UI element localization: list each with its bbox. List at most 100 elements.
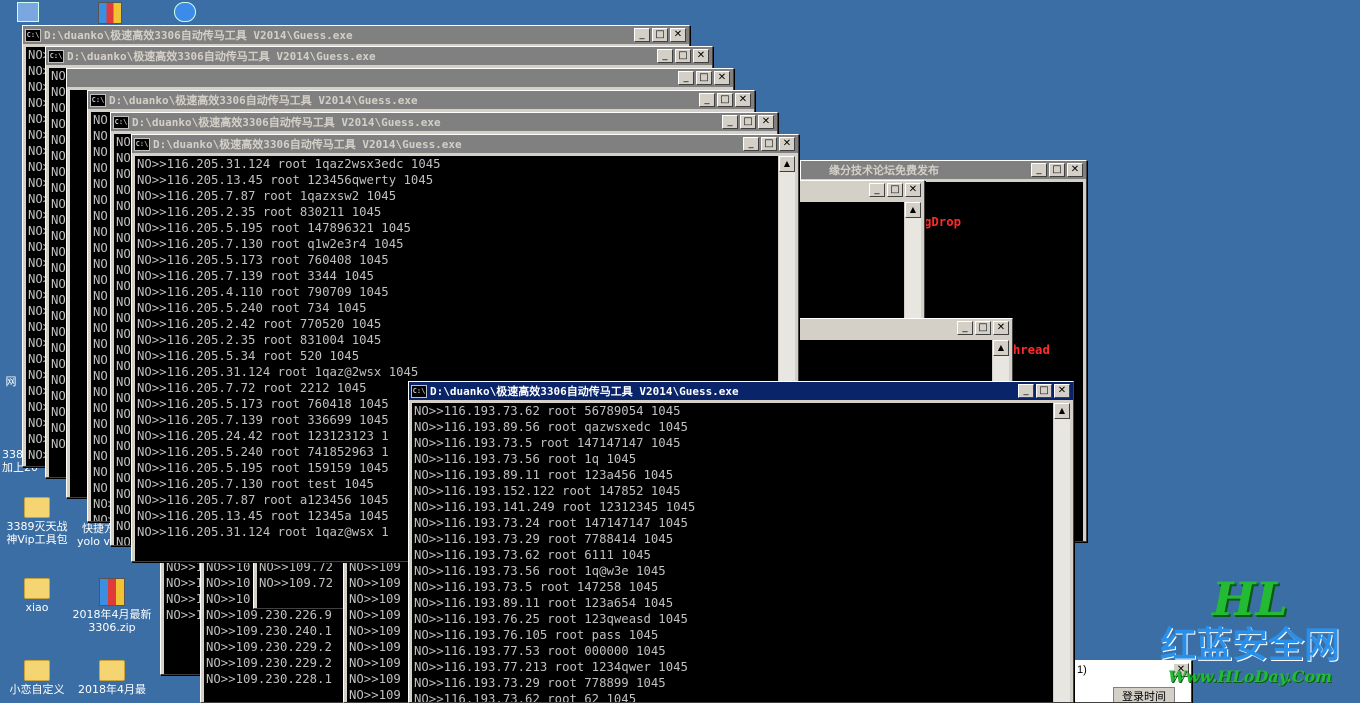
cmd-icon: C:\: [113, 115, 129, 129]
console-window-active[interactable]: C:\ D:\duanko\极速高效3306自动传马工具 V2014\Guess…: [408, 381, 1074, 703]
console-line: NO>>116.193.73.62 root 62 1045: [414, 692, 637, 702]
console-line: NO>>116.193.73.29 root 7788414 1045: [414, 532, 674, 546]
window-title: D:\duanko\极速高效3306自动传马工具 V2014\Guess.exe: [109, 94, 418, 107]
console-line: NO>>116.205.4.110 root 790709 1045: [137, 285, 389, 299]
close-button[interactable]: ✕: [693, 49, 709, 63]
console-window-right-lower[interactable]: _ □ ✕ ▲: [795, 318, 1013, 390]
console-line: NO>>109.230.240.1: [206, 624, 332, 638]
console-line: NO>>116.193.73.29 root 778899 1045: [414, 676, 666, 690]
close-button[interactable]: ✕: [1054, 384, 1070, 398]
minimize-button[interactable]: _: [869, 183, 885, 197]
minimize-button[interactable]: _: [957, 321, 973, 335]
desktop-icon-label: xiao: [25, 601, 49, 614]
minimize-button[interactable]: _: [1031, 163, 1047, 177]
desktop-icon-winrar-top[interactable]: [80, 2, 140, 26]
title-bar[interactable]: C:\ D:\duanko\极速高效3306自动传马工具 V2014\Guess…: [111, 113, 777, 131]
scroll-up-arrow-icon[interactable]: ▲: [779, 156, 795, 172]
console-line: NO>>109.230.226.9: [206, 608, 332, 622]
console-line: NO>>109: [349, 656, 401, 670]
folder-icon: [24, 497, 50, 518]
maximize-button[interactable]: □: [1036, 384, 1052, 398]
maximize-button[interactable]: □: [975, 321, 991, 335]
close-button[interactable]: ✕: [993, 321, 1009, 335]
window-title: D:\duanko\极速高效3306自动传马工具 V2014\Guess.exe: [430, 385, 739, 398]
console-line: NO>>116.193.76.25 root 123qweasd 1045: [414, 612, 688, 626]
close-button[interactable]: ✕: [758, 115, 774, 129]
folder-icon: [24, 660, 50, 681]
minimize-button[interactable]: _: [634, 28, 650, 42]
minimize-button[interactable]: _: [699, 93, 715, 107]
maximize-button[interactable]: □: [652, 28, 668, 42]
scrollbar[interactable]: ▲: [1053, 403, 1070, 702]
console-line: NO>>116.205.7.87 root 1qazxsw2 1045: [137, 189, 397, 203]
close-button[interactable]: ✕: [1067, 163, 1083, 177]
minimize-button[interactable]: _: [722, 115, 738, 129]
desktop-icon-ie[interactable]: [165, 2, 205, 22]
desktop-icon-custom[interactable]: 小恋自定义: [2, 660, 72, 696]
console-line: NO>>116.193.73.62 root 56789054 1045: [414, 404, 681, 418]
title-bar[interactable]: C:\ D:\duanko\极速高效3306自动传马工具 V2014\Guess…: [132, 135, 798, 153]
cmd-icon: C:\: [134, 137, 150, 151]
window-title: D:\duanko\极速高效3306自动传马工具 V2014\Guess.exe: [44, 29, 353, 42]
maximize-button[interactable]: □: [1049, 163, 1065, 177]
desktop-icon-label: 2018年4月最新3306.zip: [72, 608, 152, 634]
desktop-icon-label: 2018年4月最: [78, 683, 146, 696]
maximize-button[interactable]: □: [696, 71, 712, 85]
minimize-button[interactable]: _: [678, 71, 694, 85]
console-line: NO>>116.193.76.105 root pass 1045: [414, 628, 659, 642]
title-bar[interactable]: C:\ D:\duanko\极速高效3306自动传马工具 V2014\Guess…: [88, 91, 754, 109]
console-line: gDrop: [924, 215, 962, 229]
minimize-button[interactable]: _: [1018, 384, 1034, 398]
scroll-up-arrow-icon[interactable]: ▲: [905, 202, 921, 218]
maximize-button[interactable]: □: [717, 93, 733, 107]
desktop-icon-label: 小恋自定义: [9, 683, 65, 696]
close-button[interactable]: ✕: [905, 183, 921, 197]
console-line: NO>>116.205.5.195 root 147896321 1045: [137, 221, 411, 235]
winrar-icon: [99, 578, 125, 606]
title-bar[interactable]: C:\ D:\duanko\极速高效3306自动传马工具 V2014\Guess…: [46, 47, 712, 65]
scroll-up-arrow-icon[interactable]: ▲: [993, 340, 1009, 356]
desktop-icon-2018-folder[interactable]: 2018年4月最: [72, 660, 152, 696]
scroll-up-arrow-icon[interactable]: ▲: [1054, 403, 1070, 419]
minimize-button[interactable]: _: [743, 137, 759, 151]
title-bar[interactable]: C:\ D:\duanko\极速高效3306自动传马工具 V2014\Guess…: [409, 382, 1073, 400]
console-window-strip-c[interactable]: NO>>109 NO>>109 NO>>109 NO>>109 NO>>109 NO>>1…: [343, 555, 415, 703]
close-button[interactable]: ✕: [735, 93, 751, 107]
maximize-button[interactable]: □: [887, 183, 903, 197]
console-output: NO>>116.193.73.62 root 56789054 1045 NO>>…: [412, 403, 1054, 702]
console-window-strip-b[interactable]: NO>>109.72 NO>>109.72: [253, 555, 350, 609]
winrar-icon: [98, 2, 122, 24]
console-line: NO>>116.193.77.53 root 000000 1045: [414, 644, 666, 658]
watermark-logo: HL 红蓝安全网 Www.HLoDay.Com: [1140, 572, 1360, 688]
title-bar[interactable]: [67, 69, 733, 87]
desktop-icon-computer[interactable]: [8, 2, 48, 22]
watermark-hl: HL: [1212, 572, 1288, 626]
watermark-url: Www.HLoDay.Com: [1167, 667, 1333, 686]
close-button[interactable]: ✕: [670, 28, 686, 42]
cmd-icon: C:\: [25, 28, 41, 42]
close-button[interactable]: ✕: [779, 137, 795, 151]
console-line: NO>>116.205.31.124 root 1qaz@2wsx 1045: [137, 365, 419, 379]
console-line: NO>>109: [349, 688, 401, 702]
maximize-button[interactable]: □: [761, 137, 777, 151]
maximize-button[interactable]: □: [740, 115, 756, 129]
console-line: NO>>109.230.228.1: [206, 672, 332, 686]
console-line: NO>>109.72: [259, 576, 334, 590]
folder-icon: [99, 660, 125, 681]
desktop-icon-3306-zip[interactable]: 2018年4月最新3306.zip: [72, 578, 152, 634]
console-line: NO>>116.193.73.62 root 6111 1045: [414, 548, 651, 562]
minimize-button[interactable]: _: [657, 49, 673, 63]
desktop-icon-xiao[interactable]: xiao: [2, 578, 72, 614]
title-bar[interactable]: C:\ D:\duanko\极速高效3306自动传马工具 V2014\Guess…: [23, 26, 689, 44]
scrollbar[interactable]: ▲: [904, 202, 921, 331]
console-line: NO>>116.193.73.5 root 147258 1045: [414, 580, 659, 594]
console-line: NO>>116.205.2.35 root 831004 1045: [137, 333, 382, 347]
console-line: NO>>109: [349, 608, 401, 622]
console-window-mid-right[interactable]: _ □ ✕ ▲: [795, 180, 925, 332]
close-button[interactable]: ✕: [714, 71, 730, 85]
maximize-button[interactable]: □: [675, 49, 691, 63]
console-line: NO>>116.193.89.11 root 123a654 1045: [414, 596, 674, 610]
desktop-icon-3389-folder[interactable]: 3389灭天战神Vip工具包: [2, 497, 72, 546]
watermark-site-name: 红蓝安全网: [1159, 625, 1340, 666]
console-line: NO>>116.205.7.130 root q1w2e3r4 1045: [137, 237, 404, 251]
